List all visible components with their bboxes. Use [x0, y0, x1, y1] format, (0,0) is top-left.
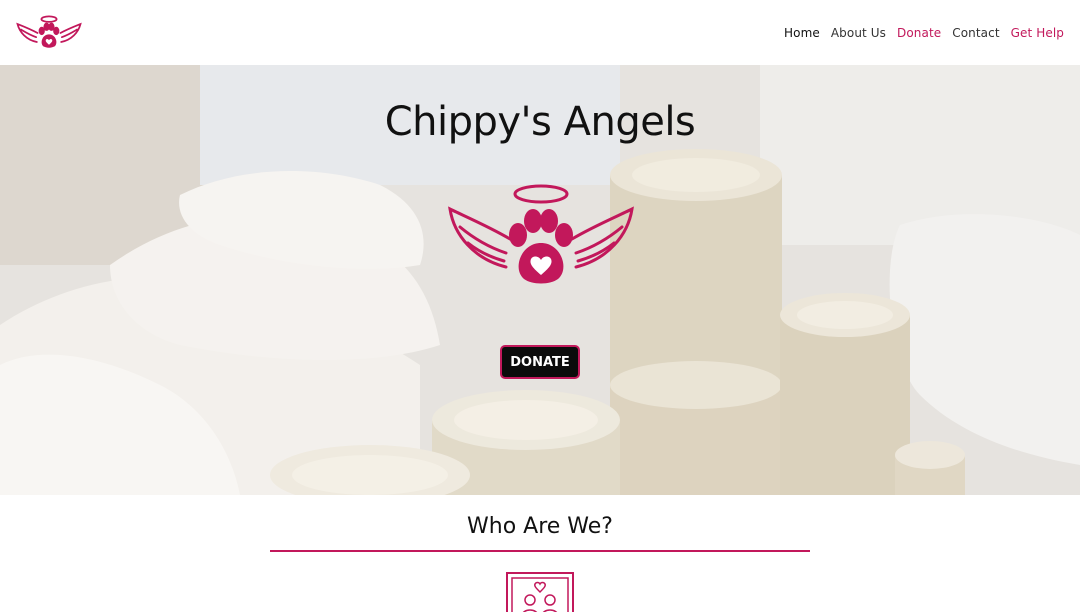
nav-contact-link[interactable]: Contact: [952, 26, 999, 40]
section-title: Who Are We?: [467, 514, 613, 539]
nav-get-help-link[interactable]: Get Help: [1011, 26, 1064, 40]
hero-section: Chippy's Angels DONATE: [0, 65, 1080, 495]
nav-home-link[interactable]: Home: [784, 26, 820, 40]
framed-family-heart-icon: [506, 572, 574, 612]
angel-paw-heart-icon: [448, 184, 634, 284]
site-header: Home About Us Donate Contact Get Help: [0, 0, 1080, 65]
section-divider: [270, 550, 810, 552]
nav-donate-link[interactable]: Donate: [897, 26, 941, 40]
main-nav: Home About Us Donate Contact Get Help: [784, 26, 1064, 40]
nav-about-link[interactable]: About Us: [831, 26, 886, 40]
hero-donate-button[interactable]: DONATE: [500, 345, 580, 379]
angel-paw-icon[interactable]: [16, 15, 82, 51]
hero-title: Chippy's Angels: [384, 99, 696, 145]
